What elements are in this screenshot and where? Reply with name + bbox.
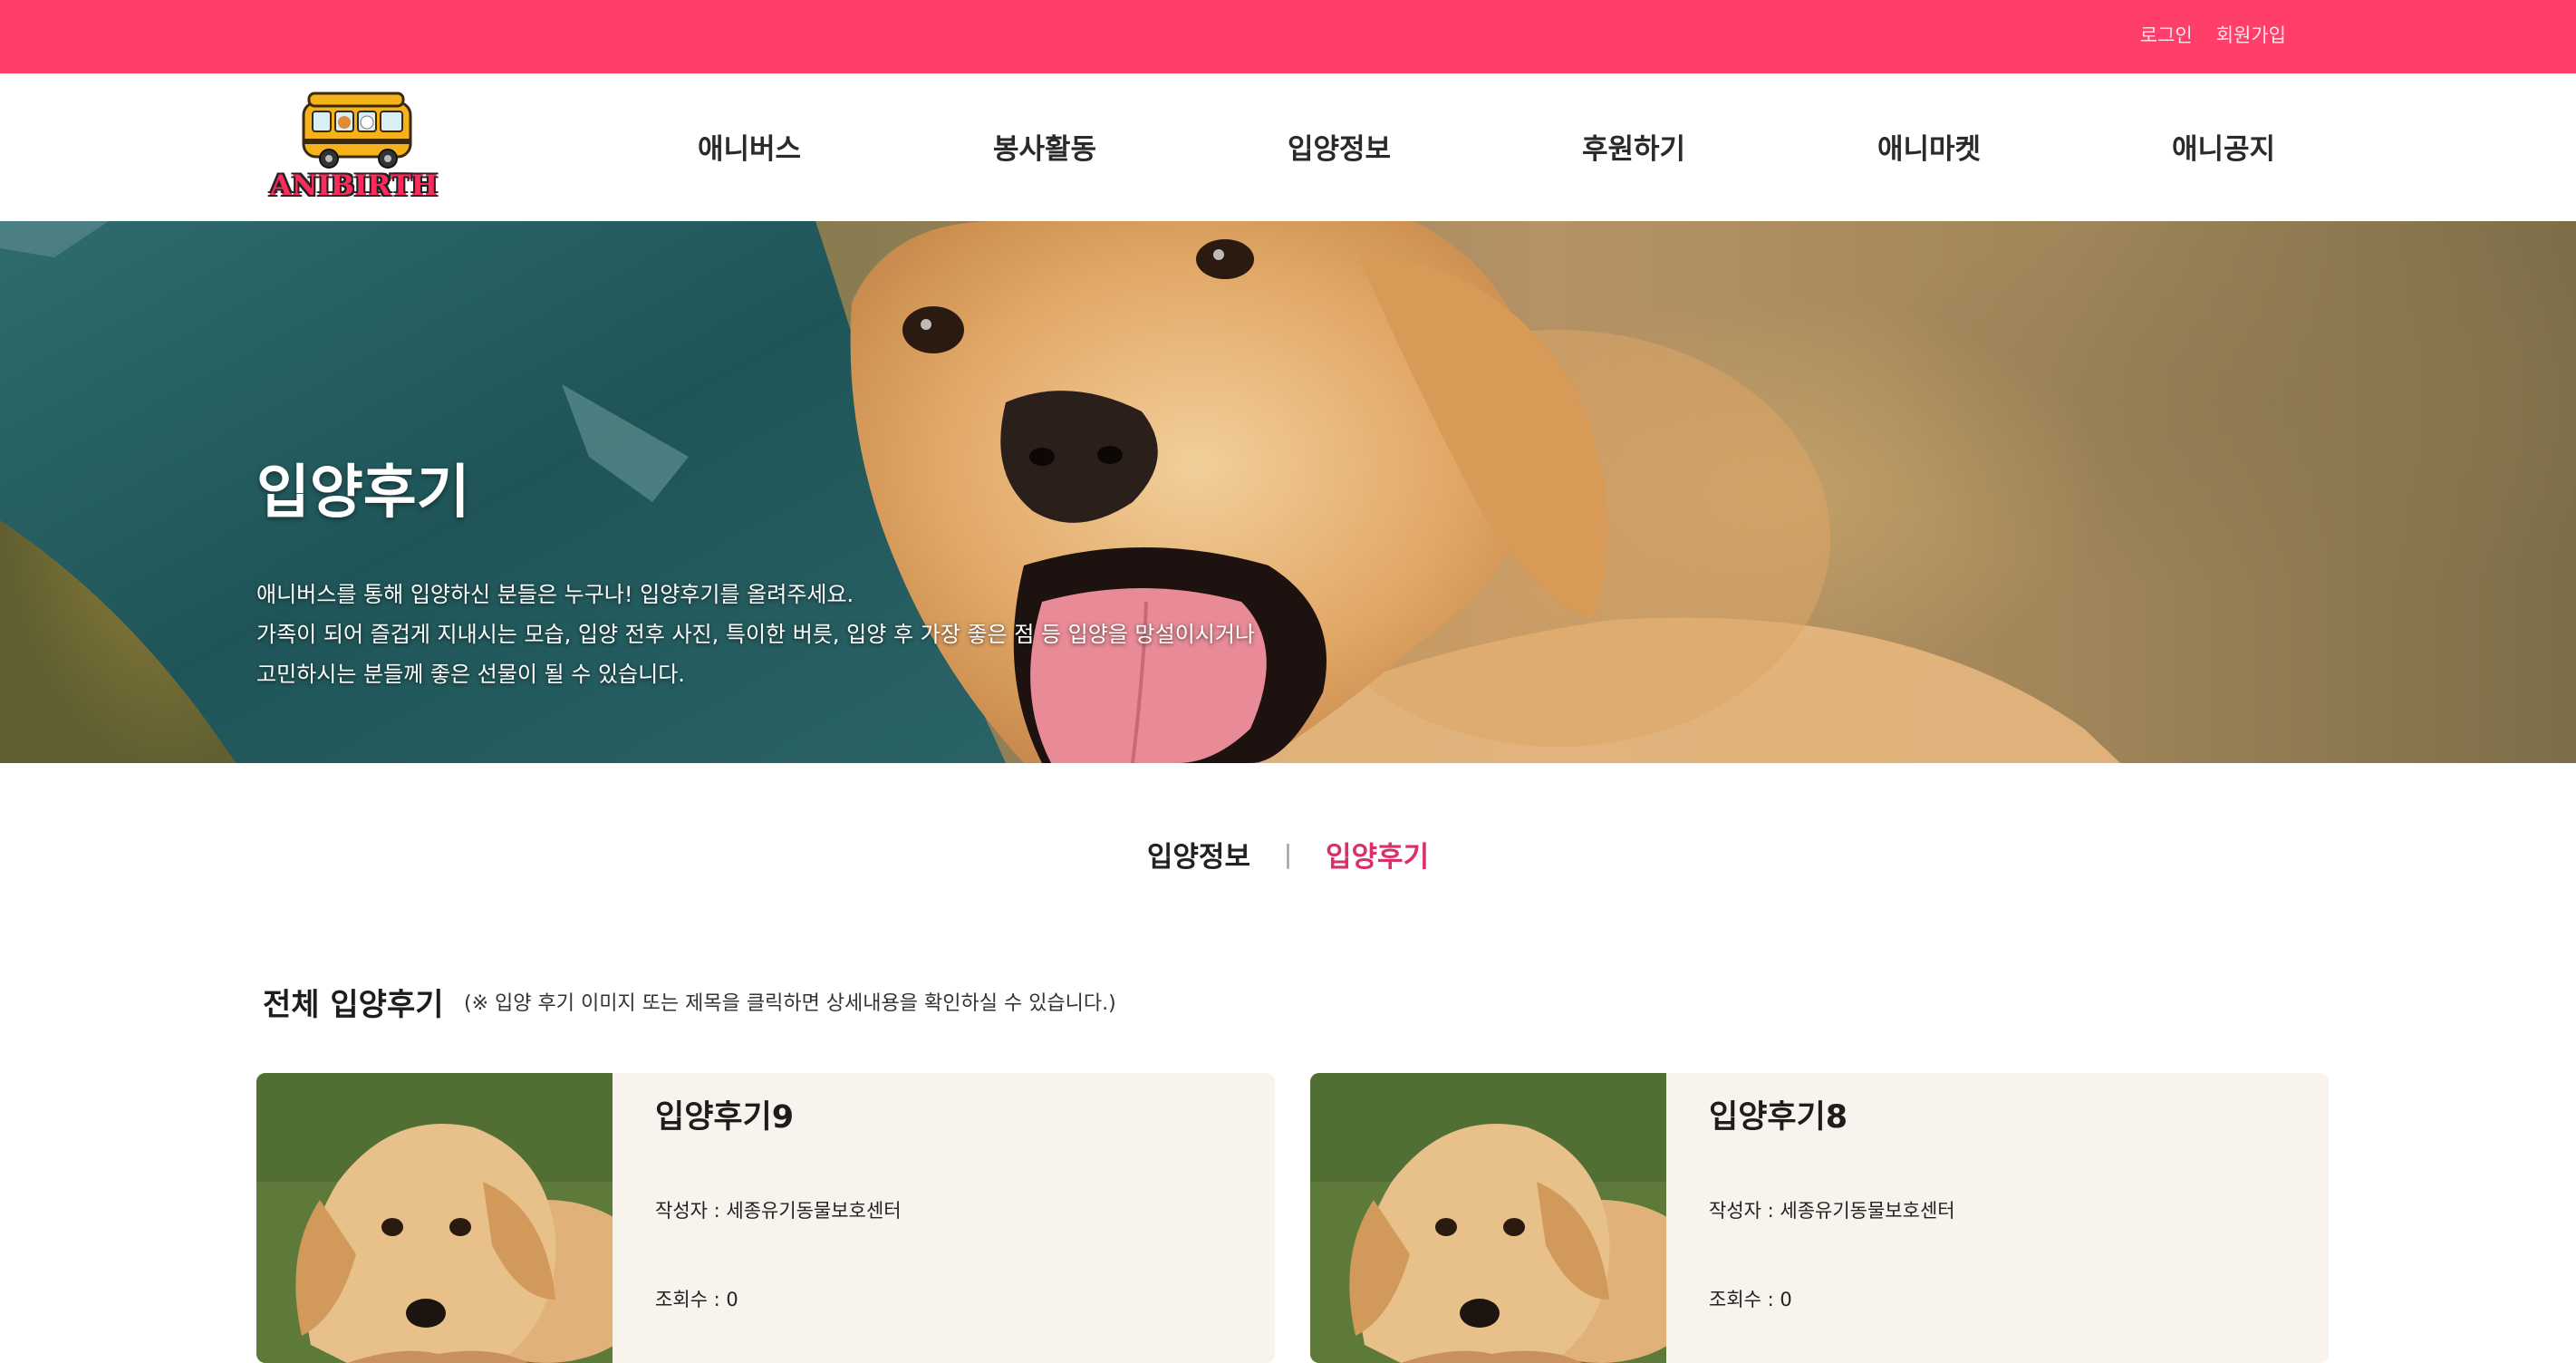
nav-item-anibus[interactable]: 애니버스 [698, 126, 801, 167]
review-author: 작성자 : 세종유기동물보호센터 [1709, 1200, 1955, 1222]
hero-description: 애니버스를 통해 입양하신 분들은 누구나! 입양후기를 올려주세요. 가족이 … [256, 575, 1255, 694]
sub-tabs: 입양정보 | 입양후기 [0, 834, 2576, 875]
hero-desc-line: 애니버스를 통해 입양하신 분들은 누구나! 입양후기를 올려주세요. [256, 582, 854, 607]
main-nav: 애니버스 봉사활동 입양정보 후원하기 애니마켓 애니공지 [0, 73, 2576, 221]
hero-banner: 입양후기 애니버스를 통해 입양하신 분들은 누구나! 입양후기를 올려주세요.… [0, 221, 2576, 763]
nav-item-sponsor[interactable]: 후원하기 [1582, 126, 1685, 167]
nav-item-notice[interactable]: 애니공지 [2172, 126, 2275, 167]
section-title: 전체 입양후기 [263, 987, 444, 1023]
review-card[interactable]: 입양후기8 작성자 : 세종유기동물보호센터 조회수 : 0 [1310, 1073, 2329, 1363]
nav-item-market[interactable]: 애니마켓 [1877, 126, 1981, 167]
nav-item-adoption-info[interactable]: 입양정보 [1288, 126, 1391, 167]
section-note: (※ 입양 후기 이미지 또는 제목을 클릭하면 상세내용을 확인하실 수 있습… [464, 992, 1116, 1015]
review-title[interactable]: 입양후기8 [1709, 1091, 1848, 1137]
tab-adoption-info[interactable]: 입양정보 [1147, 834, 1250, 875]
top-bar: 로그인 회원가입 [0, 0, 2576, 73]
login-link[interactable]: 로그인 [2140, 21, 2193, 48]
review-thumbnail[interactable] [1310, 1073, 1666, 1363]
review-card[interactable]: 입양후기9 작성자 : 세종유기동물보호센터 조회수 : 0 [256, 1073, 1275, 1363]
review-thumbnail[interactable] [256, 1073, 613, 1363]
site-header: ANIBIRTH 애니버스 봉사활동 입양정보 후원하기 애니마켓 애니공지 [0, 73, 2576, 221]
hero-title: 입양후기 [256, 459, 470, 527]
review-title[interactable]: 입양후기9 [655, 1091, 794, 1137]
review-views: 조회수 : 0 [655, 1289, 738, 1310]
tab-separator: | [1283, 839, 1293, 869]
hero-desc-line: 가족이 되어 즐겁게 지내시는 모습, 입양 전후 사진, 특이한 버릇, 입양… [256, 622, 1256, 647]
top-links: 로그인 회원가입 [2140, 21, 2286, 48]
review-author: 작성자 : 세종유기동물보호센터 [655, 1200, 902, 1222]
nav-item-volunteer[interactable]: 봉사활동 [993, 126, 1096, 167]
hero-desc-line: 고민하시는 분들께 좋은 선물이 될 수 있습니다. [256, 662, 685, 687]
signup-link[interactable]: 회원가입 [2216, 21, 2286, 48]
tab-adoption-review[interactable]: 입양후기 [1326, 834, 1429, 875]
review-views: 조회수 : 0 [1709, 1289, 1792, 1310]
